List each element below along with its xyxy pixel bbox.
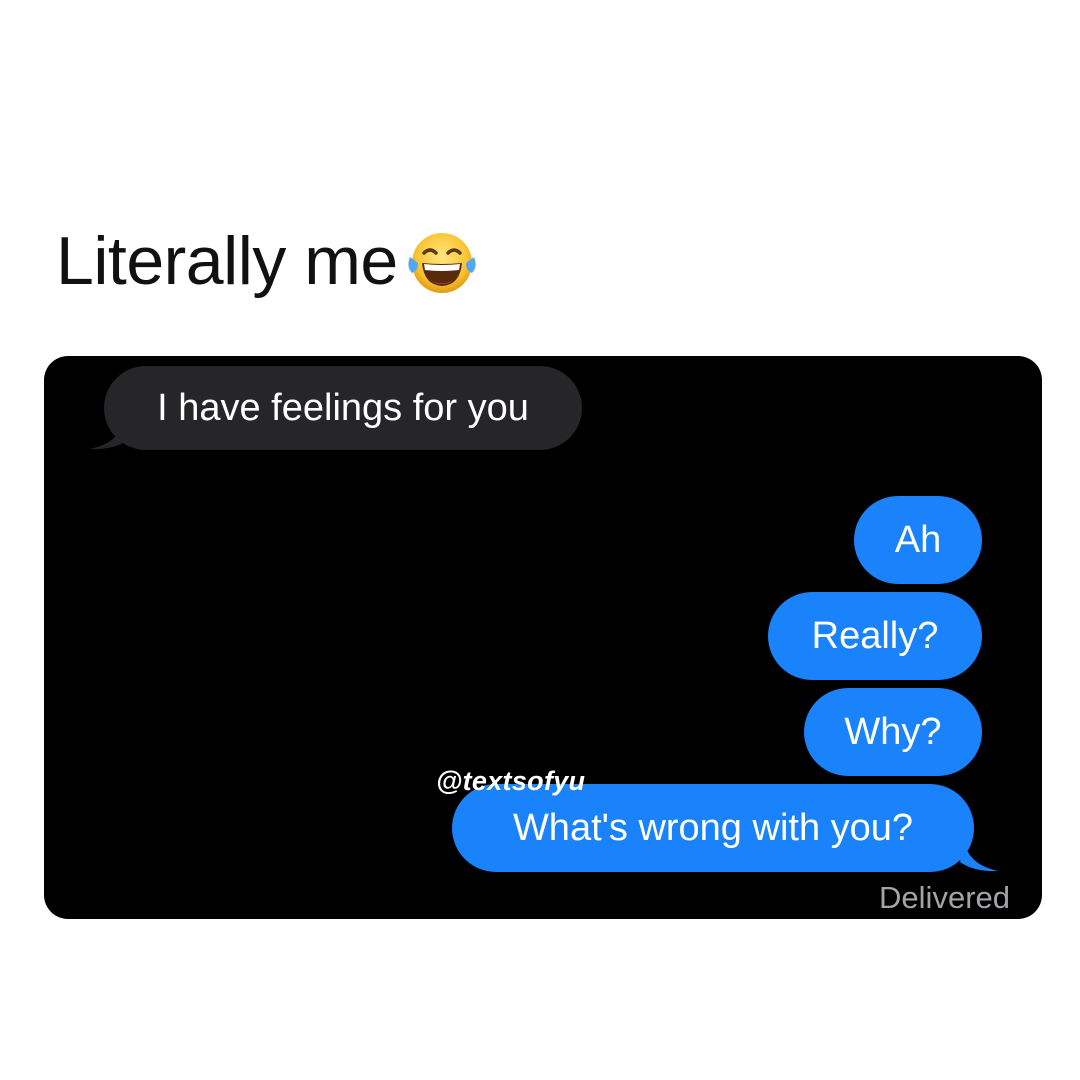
caption: Literally me	[56, 222, 480, 300]
incoming-message-bubble: I have feelings for you	[104, 366, 582, 450]
caption-text: Literally me	[56, 223, 398, 299]
outgoing-message-bubble: Why?	[804, 688, 982, 776]
watermark-handle: @textsofyu	[436, 766, 586, 796]
outgoing-message-text: What's wrong with you?	[512, 807, 914, 849]
laughing-crying-emoji-icon	[408, 233, 476, 293]
outgoing-message-bubble: Really?	[768, 592, 982, 680]
outgoing-message-text: Why?	[844, 711, 942, 753]
outgoing-message-text: Ah	[894, 519, 942, 561]
outgoing-message-bubble: What's wrong with you?	[452, 784, 974, 872]
outgoing-message-bubble: Ah	[854, 496, 982, 584]
incoming-message-text: I have feelings for you	[157, 387, 529, 429]
meme-post: Literally me I have feelings for you Ah …	[0, 0, 1080, 1080]
delivery-status: Delivered	[879, 880, 1010, 915]
outgoing-message-text: Really?	[811, 615, 939, 657]
